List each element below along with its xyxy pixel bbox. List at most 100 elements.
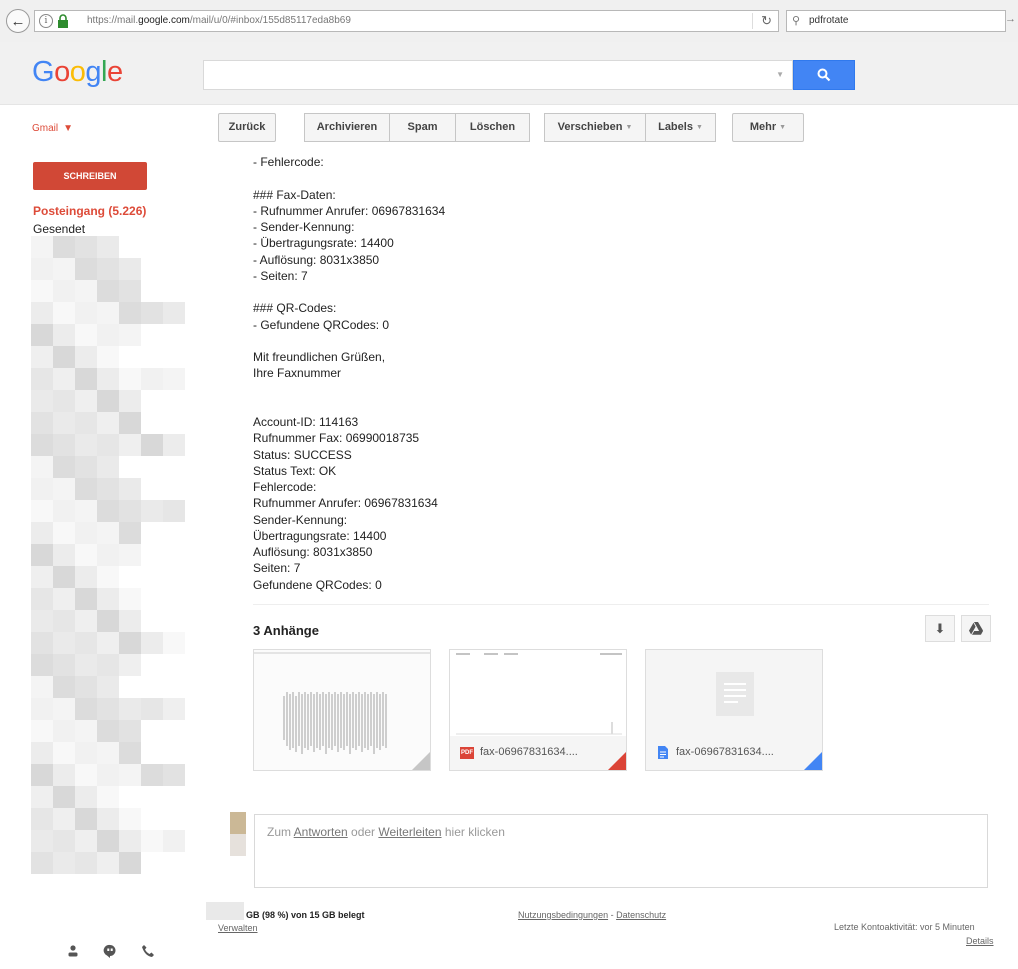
details-link[interactable]: Details (966, 936, 994, 946)
pixelated-block (75, 786, 97, 808)
attachment-name-bar: fax-06967831634.... (646, 736, 822, 770)
pixelated-block (97, 852, 119, 874)
pixelated-block (141, 368, 163, 390)
pixelated-block (75, 742, 97, 764)
pixelated-block (141, 434, 163, 456)
pixelated-block (119, 764, 141, 786)
delete-button[interactable]: Löschen (455, 113, 530, 142)
pixelated-block (119, 500, 141, 522)
attachment-card-pdf[interactable]: PDF fax-06967831634.... (449, 649, 627, 771)
pixelated-block (119, 478, 141, 500)
message-line: Account-ID: 114163 (253, 415, 359, 429)
move-button[interactable]: Verschieben ▼ (544, 113, 646, 142)
pixelated-block (141, 302, 163, 324)
reply-input[interactable]: Zum Antworten oder Weiterleiten hier kli… (254, 814, 988, 888)
pixelated-block (31, 390, 53, 412)
attachment-card-doc[interactable]: fax-06967831634.... (645, 649, 823, 771)
pixelated-block (31, 654, 53, 676)
caret-down-icon: ▼ (695, 124, 703, 131)
caret-down-icon: ▼ (779, 124, 787, 131)
hangouts-icon[interactable] (103, 944, 117, 958)
mail-search-button[interactable] (793, 60, 855, 90)
storage-quota: GB (98 %) von 15 GB belegt (246, 910, 365, 920)
pixelated-block (75, 698, 97, 720)
card-fold (804, 752, 822, 770)
pixelated-block (53, 368, 75, 390)
privacy-link[interactable]: Datenschutz (616, 910, 666, 920)
download-all-button[interactable]: ⬇ (925, 615, 955, 642)
pixelated-block (75, 522, 97, 544)
compose-button[interactable]: SCHREIBEN (33, 162, 147, 190)
google-logo[interactable]: Google (32, 56, 123, 89)
pixelated-block (31, 302, 53, 324)
pixelated-block (31, 632, 53, 654)
pixelated-block (97, 390, 119, 412)
archive-button[interactable]: Archivieren (304, 113, 390, 142)
gmail-menu[interactable]: Gmail ▼ (32, 118, 73, 139)
pixelated-label-list (31, 236, 191, 884)
pixelated-block (31, 346, 53, 368)
message-line: - Auflösung: 8031x3850 (253, 252, 380, 267)
back-button[interactable]: Zurück (218, 113, 276, 142)
pixelated-block (97, 368, 119, 390)
message-line: - Rufnummer Anrufer: 06967831634 (253, 203, 446, 218)
message-line: Gefundene QRCodes: 0 (253, 577, 382, 592)
mail-search-input[interactable]: ▼ (203, 60, 793, 90)
pixelated-block (119, 368, 141, 390)
forward-link[interactable]: Weiterleiten (378, 825, 441, 839)
pixelated-block (119, 522, 141, 544)
attachment-filename: fax-06967831634.... (480, 746, 578, 758)
reply-link[interactable]: Antworten (294, 825, 348, 839)
go-arrow-icon[interactable]: → (1005, 13, 1016, 25)
pixelated-block (31, 456, 53, 478)
manage-storage-link[interactable]: Verwalten (218, 923, 258, 933)
terms-link[interactable]: Nutzungsbedingungen (518, 910, 608, 920)
pixelated-block (141, 500, 163, 522)
spam-button[interactable]: Spam (389, 113, 456, 142)
message-line: ### Fax-Daten: (253, 187, 336, 202)
lock-icon (58, 14, 68, 28)
pixelated-block (75, 720, 97, 742)
pixelated-block (53, 500, 75, 522)
browser-search-field[interactable]: ⚲ pdfrotate (786, 10, 1006, 32)
sidebar-item-sent[interactable]: Gesendet (33, 222, 85, 236)
more-button[interactable]: Mehr ▼ (732, 113, 804, 142)
pixelated-block (75, 830, 97, 852)
pixelated-block (163, 764, 185, 786)
pixelated-block (75, 478, 97, 500)
pixelated-block (31, 610, 53, 632)
pixelated-block (119, 280, 141, 302)
phone-icon[interactable] (141, 944, 155, 958)
save-to-drive-button[interactable] (961, 615, 991, 642)
attachment-card-image[interactable] (253, 649, 431, 771)
sidebar-item-inbox[interactable]: Posteingang (5.226) (33, 204, 146, 218)
pixelated-block (97, 566, 119, 588)
message-line: Mit freundlichen Grüßen, (253, 350, 386, 364)
pixelated-block (163, 434, 185, 456)
address-bar[interactable]: i https://mail.google.com/mail/u/0/#inbo… (34, 10, 779, 32)
pixelated-block (53, 324, 75, 346)
pixelated-block (119, 654, 141, 676)
message-line: Auflösung: 8031x3850 (253, 545, 373, 559)
pixelated-block (97, 478, 119, 500)
pixelated-block (75, 412, 97, 434)
back-arrow-icon[interactable]: ← (6, 9, 30, 33)
pixelated-block (163, 698, 185, 720)
contacts-icon[interactable] (66, 944, 80, 958)
search-options-caret-icon[interactable]: ▼ (776, 70, 784, 79)
reload-icon[interactable]: ↻ (752, 13, 772, 29)
pixelated-block (163, 500, 185, 522)
pixelated-block (141, 764, 163, 786)
pixelated-block (75, 632, 97, 654)
pixelated-block (119, 390, 141, 412)
drive-icon (969, 622, 983, 635)
info-icon[interactable]: i (39, 14, 53, 28)
pixelated-block (53, 412, 75, 434)
move-label: Verschieben (557, 121, 623, 133)
pixelated-block (97, 610, 119, 632)
labels-button[interactable]: Labels ▼ (645, 113, 716, 142)
pixelated-block (119, 434, 141, 456)
card-fold (608, 752, 626, 770)
pixelated-block (97, 786, 119, 808)
